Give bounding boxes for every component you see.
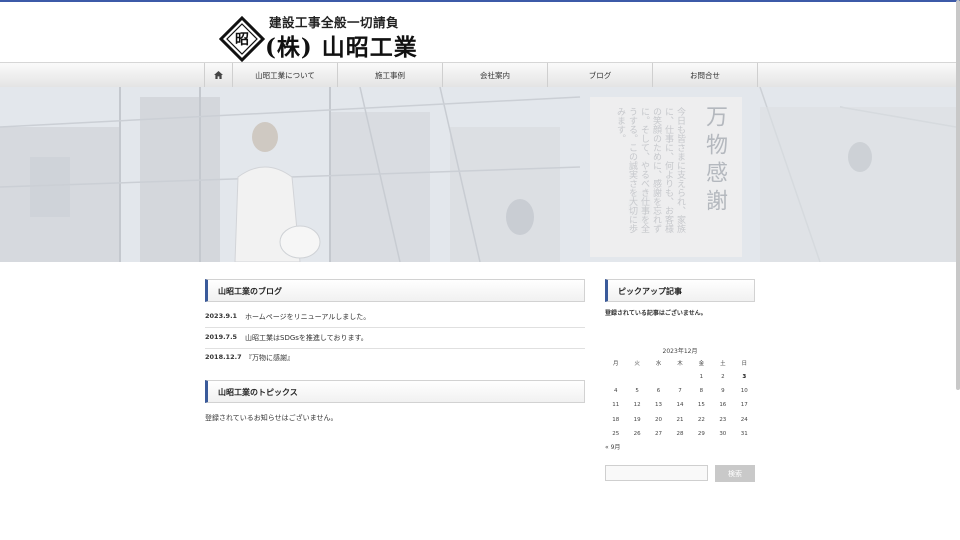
calendar-day: 28 [676,430,684,437]
calendar-day: 19 [633,416,641,423]
blog-post-row[interactable]: 2023.9.1 ホームページをリニューアルしました。 [205,307,585,328]
calendar-day: 11 [612,402,620,409]
calendar-weekday: 水 [655,361,662,367]
calendar-week-row: 11 12 13 14 15 16 17 [605,399,755,411]
logo-mark-icon: 昭 [219,16,265,62]
topics-empty-text: 登録されているお知らせはございません。 [205,414,338,422]
calendar-day: 17 [740,402,748,409]
calendar-day: 25 [612,430,620,437]
calendar-day [648,371,669,383]
topics-heading: 山昭工業のトピックス [205,380,585,403]
calendar-day: 6 [656,388,661,395]
hero-banner: 今日も皆さまに支えられ、家族に、仕事に、何よりも、お客様の笑顔のために、感謝を忘… [0,87,956,262]
calendar-week-row: 1 2 3 [605,371,755,383]
blog-post-date: 2018.12.7 [205,353,242,361]
hero-construction-image [0,87,956,262]
blog-post-date: 2023.9.1 [205,312,238,320]
calendar-day: 12 [633,402,641,409]
calendar-day: 21 [676,416,684,423]
blog-post-link[interactable]: ホームページをリニューアルしました。 [245,312,370,322]
calendar-day: 14 [676,402,684,409]
blog-post-link[interactable]: 『万物に感謝』 [245,353,294,363]
pickup-empty-text: 登録されている記事はございません。 [605,310,707,317]
blog-heading: 山昭工業のブログ [205,279,585,302]
calendar-prev-month-link[interactable]: « 9月 [605,442,620,451]
blog-post-row[interactable]: 2018.12.7 『万物に感謝』 [205,348,585,368]
logo-company-name: (株) 山昭工業 [265,34,418,61]
hero-sign-poem: 今日も皆さまに支えられ、家族に、仕事に、何よりも、お客様の笑顔のために、感謝を忘… [615,107,685,233]
calendar-day: 20 [655,416,663,423]
calendar-day: 9 [721,388,725,395]
search-input[interactable] [605,465,708,481]
calendar-day: 22 [697,416,705,423]
home-icon [214,71,223,79]
calendar-day: 8 [699,388,704,395]
calendar-day: 13 [655,402,663,409]
calendar-weekday: 火 [634,361,640,367]
calendar-day: 31 [740,430,748,437]
calendar-day: 5 [635,388,639,395]
calendar-day: 23 [719,416,727,423]
search-button[interactable]: 検索 [715,465,755,482]
calendar-week-row: 4 5 6 7 8 9 10 [605,385,755,397]
nav-item-company[interactable]: 会社案内 [443,63,548,87]
nav-item-contact[interactable]: お問合せ [653,63,758,87]
site-logo[interactable]: 昭 建設工事全般一切請負 (株) 山昭工業 [219,10,439,62]
calendar-day: 15 [697,402,705,409]
calendar-day: 29 [697,430,705,437]
global-nav: 山昭工業について 施工事例 会社案内 ブログ お問合せ [0,62,956,88]
calendar-day: 4 [613,388,618,395]
calendar-day [605,371,626,383]
blog-post-row[interactable]: 2019.7.5 山昭工業はSDGsを推進しております。 [205,328,585,349]
calendar-weekday: 日 [741,361,747,367]
calendar-day: 1 [699,374,704,380]
calendar-week-row: 18 19 20 21 22 23 24 [605,414,755,426]
calendar-day: 2 [721,374,725,380]
nav-menu: 山昭工業について 施工事例 会社案内 ブログ お問合せ [204,63,758,87]
calendar-day: 30 [719,430,727,437]
nav-item-blog[interactable]: ブログ [548,63,653,87]
nav-item-works[interactable]: 施工事例 [338,63,443,87]
calendar-weekday: 木 [677,361,683,367]
nav-item-about[interactable]: 山昭工業について [233,63,338,87]
calendar-weekday: 土 [720,361,726,367]
calendar-day [669,371,690,383]
site-header: 昭 建設工事全般一切請負 (株) 山昭工業 [0,2,956,62]
calendar-day: 27 [655,430,663,437]
calendar-weekday: 金 [698,361,705,367]
blog-heading-text: 山昭工業のブログ [218,287,282,296]
calendar-day: 24 [740,416,748,423]
calendar-day [626,371,647,383]
blog-post-date: 2019.7.5 [205,333,238,341]
topics-heading-text: 山昭工業のトピックス [218,388,298,397]
pickup-heading-text: ピックアップ記事 [618,287,682,296]
calendar-day: 16 [719,402,727,409]
calendar-day: 10 [740,388,748,395]
calendar-day: 26 [633,430,641,437]
pickup-heading: ピックアップ記事 [605,279,755,302]
calendar-day: 18 [612,416,620,423]
calendar-weekday: 月 [612,361,619,367]
calendar-week-row: 25 26 27 28 29 30 31 [605,428,755,440]
nav-home[interactable] [205,63,233,87]
logo-mark-char: 昭 [235,32,249,48]
calendar-weekday-row: 月 火 水 木 金 土 日 [605,358,755,370]
hero-sign-title: 万物感謝 [702,105,727,217]
blog-post-link[interactable]: 山昭工業はSDGsを推進しております。 [245,333,368,343]
calendar-day: 3 [742,374,747,380]
calendar-day: 7 [678,388,682,395]
page-scrollbar[interactable] [956,0,960,390]
calendar-caption: 2023年12月 [662,348,698,355]
